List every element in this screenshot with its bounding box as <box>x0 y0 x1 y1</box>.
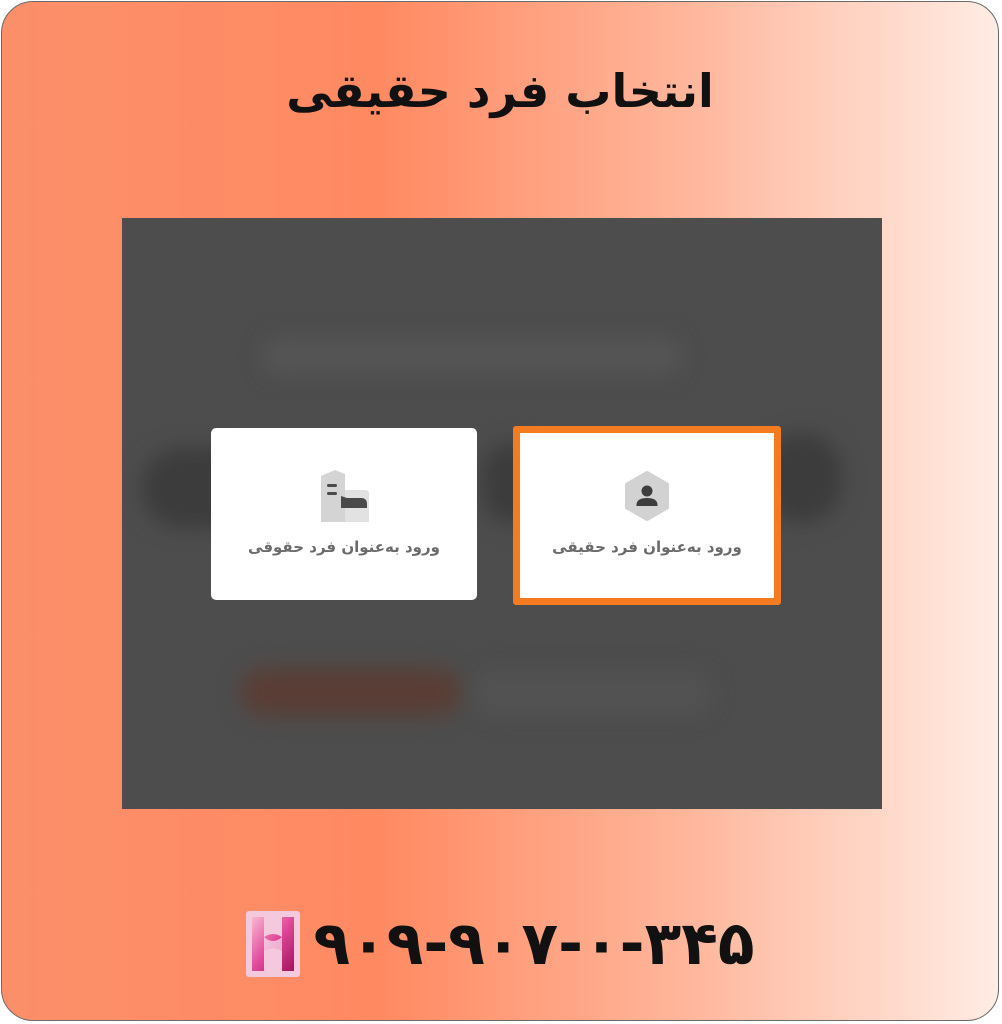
building-icon <box>316 470 372 522</box>
blurred-primary-button <box>240 668 462 716</box>
blurred-secondary-button <box>472 670 712 716</box>
app-screenshot: ورود به‌عنوان فرد حقوقی ورود به‌عنوان فر… <box>122 218 882 809</box>
blurred-header-bar <box>262 338 682 374</box>
user-hexagon-icon <box>619 470 675 522</box>
legal-person-label: ورود به‌عنوان فرد حقوقی <box>248 538 440 556</box>
page-title: انتخاب فرد حقیقی <box>286 64 714 118</box>
real-person-card[interactable]: ورود به‌عنوان فرد حقیقی <box>513 426 781 605</box>
phone-number: ۹۰۹-۹۰۷-۰-۳۴۵ <box>313 909 755 979</box>
real-person-label: ورود به‌عنوان فرد حقیقی <box>552 538 742 556</box>
contact-row: ۹۰۹-۹۰۷-۰-۳۴۵ <box>2 904 998 984</box>
legal-person-card[interactable]: ورود به‌عنوان فرد حقوقی <box>211 428 477 600</box>
brand-logo-icon <box>245 911 300 977</box>
promo-frame: انتخاب فرد حقیقی ورود به‌عنوان فرد حقوقی <box>1 1 999 1021</box>
